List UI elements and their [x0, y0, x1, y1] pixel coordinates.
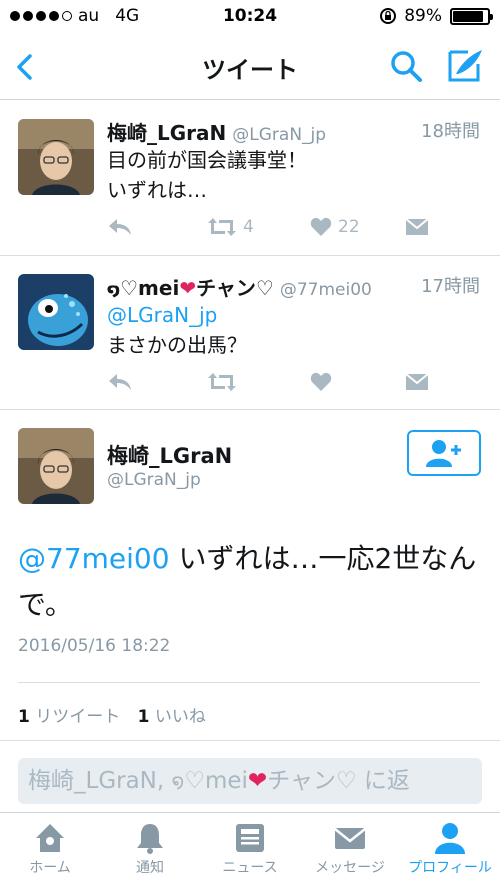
search-icon[interactable]: [388, 48, 424, 84]
tweet-datetime: 2016/05/16 18:22: [18, 636, 171, 656]
tweet-text-line: 目の前が国会議事堂！: [107, 148, 307, 172]
focused-author-handle[interactable]: @LGraN_jp: [107, 470, 201, 490]
news-icon: [236, 824, 264, 852]
tab-news[interactable]: ニュース: [200, 821, 300, 877]
tab-notifications[interactable]: 通知: [100, 821, 200, 877]
mail-icon: [334, 828, 366, 849]
tweet-author-name[interactable]: ໑♡mei❤チャン♡: [107, 276, 274, 300]
retweet-icon: [208, 373, 236, 391]
tweet-text-line: まさかの出馬？: [107, 333, 247, 357]
home-icon: [36, 824, 64, 852]
tweet-author-name[interactable]: 梅崎_LGraN: [107, 121, 226, 145]
bell-icon: [137, 824, 163, 854]
like-stat[interactable]: 1 いいね: [138, 707, 206, 727]
tab-home[interactable]: ホーム: [0, 821, 100, 877]
retweet-icon: [208, 218, 236, 236]
like-count: 22: [338, 217, 360, 237]
avatar[interactable]: [18, 274, 94, 350]
heart-icon: [310, 217, 332, 236]
follow-button[interactable]: [407, 430, 481, 476]
tweet-stats: 1 リツイート 1 いいね: [18, 702, 206, 727]
add-user-icon: [426, 440, 461, 467]
direct-message-button[interactable]: [405, 368, 429, 396]
tweet-text: @LGraN_jp まさかの出馬？: [107, 300, 480, 360]
retweet-button[interactable]: [207, 368, 237, 396]
battery-icon: [450, 7, 493, 25]
divider: [18, 682, 480, 683]
nazar-emoji-icon: ໑: [107, 280, 121, 300]
tweet-text-line: いずれは…: [107, 178, 207, 202]
profile-icon: [435, 823, 465, 854]
like-button[interactable]: 22: [310, 213, 360, 241]
retweet-stat[interactable]: 1 リツイート: [18, 707, 120, 727]
mail-icon: [405, 373, 429, 390]
navigation-bar: ツイート: [0, 34, 500, 100]
mail-icon: [405, 218, 429, 235]
mention-link[interactable]: @77mei00: [18, 542, 170, 575]
avatar[interactable]: [18, 119, 94, 195]
mention-link[interactable]: @LGraN_jp: [107, 300, 480, 330]
tab-messages[interactable]: メッセージ: [300, 821, 400, 877]
red-heart-emoji-icon: ❤: [247, 768, 268, 794]
heart-icon: [310, 372, 332, 391]
tweet-author-handle[interactable]: @77mei00: [280, 280, 372, 300]
divider: [0, 740, 500, 741]
focused-author-name[interactable]: 梅崎_LGraN: [107, 440, 232, 470]
focused-tweet-text: @77mei00 いずれは…一応2世なんで。: [18, 542, 477, 621]
reply-button[interactable]: [107, 213, 133, 241]
tweet-timestamp: 17時間: [421, 276, 480, 297]
tweet-text: 目の前が国会議事堂！ いずれは…: [107, 145, 480, 205]
status-bar: au 4G 10:24 89%: [0, 0, 500, 34]
retweet-button[interactable]: 4: [207, 213, 254, 241]
tweet-item[interactable]: ໑♡mei❤チャン♡ @77mei00 17時間 @LGraN_jp まさかの出馬…: [0, 256, 500, 410]
page-title: ツイート: [202, 56, 298, 84]
tab-profile[interactable]: プロフィール: [400, 821, 500, 877]
tab-bar: ホーム 通知 ニュース メッセージ プロフィール: [0, 812, 500, 888]
battery-percent: 89%: [404, 6, 442, 26]
reply-icon: [109, 374, 131, 390]
reply-icon: [109, 219, 131, 235]
compose-tweet-icon[interactable]: [446, 46, 486, 84]
direct-message-button[interactable]: [405, 213, 429, 241]
rotation-lock-icon: [380, 8, 397, 24]
tweet-timestamp: 18時間: [421, 121, 480, 142]
nazar-emoji-icon: ໑: [171, 769, 185, 793]
retweet-count: 4: [243, 217, 254, 237]
like-button[interactable]: [310, 368, 332, 396]
tweet-item[interactable]: 梅崎_LGraN @LGraN_jp 18時間 目の前が国会議事堂！ いずれは… …: [0, 101, 500, 256]
reply-button[interactable]: [107, 368, 133, 396]
tweet-author-handle[interactable]: @LGraN_jp: [232, 125, 326, 145]
focused-tweet-avatar[interactable]: [18, 428, 94, 504]
red-heart-emoji-icon: ❤: [179, 276, 197, 300]
reply-input[interactable]: 梅崎_LGraN, ໑♡mei❤チャン♡ に返: [18, 758, 482, 804]
